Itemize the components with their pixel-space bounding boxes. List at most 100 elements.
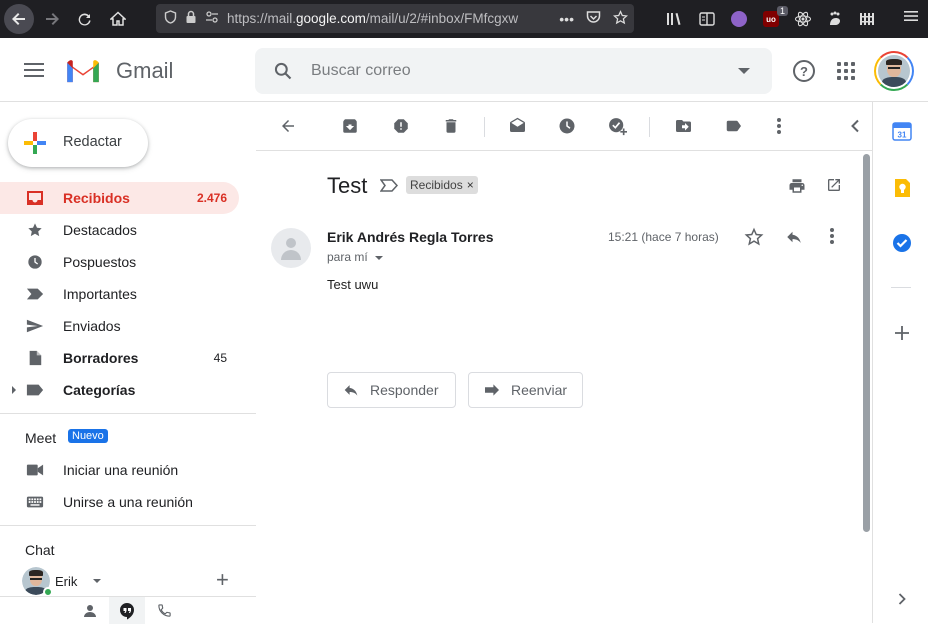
phone-tab[interactable] bbox=[146, 597, 182, 624]
compose-button[interactable]: Redactar bbox=[8, 119, 148, 167]
page-actions-icon[interactable]: ••• bbox=[559, 11, 574, 27]
expand-arrow-icon[interactable] bbox=[12, 386, 16, 394]
email-body: Test uwu bbox=[327, 277, 379, 292]
archive-icon[interactable] bbox=[340, 116, 360, 136]
search-options-icon[interactable] bbox=[738, 68, 750, 74]
forward-arrow-icon bbox=[485, 384, 499, 396]
gmail-logo[interactable]: Gmail bbox=[64, 58, 173, 84]
scrollbar-thumb[interactable] bbox=[863, 154, 870, 532]
label-chip-text: Recibidos bbox=[410, 178, 463, 192]
reply-button[interactable]: Responder bbox=[327, 372, 456, 408]
hangouts-tab[interactable] bbox=[109, 597, 145, 624]
side-panel: 31 bbox=[872, 102, 928, 623]
compose-label: Redactar bbox=[63, 134, 122, 150]
back-arrow-icon[interactable] bbox=[4, 4, 34, 34]
delete-icon[interactable] bbox=[441, 116, 461, 136]
recipient-line: para mí bbox=[327, 250, 368, 264]
react-devtools-icon[interactable] bbox=[792, 8, 814, 30]
sidebar-item-drafts[interactable]: Borradores 45 bbox=[0, 342, 239, 374]
fence-extension-icon[interactable] bbox=[856, 8, 878, 30]
reply-arrow-icon bbox=[344, 385, 358, 396]
browser-menu-icon[interactable] bbox=[904, 9, 918, 28]
reload-icon[interactable] bbox=[70, 4, 100, 34]
importance-marker-icon[interactable] bbox=[380, 179, 398, 192]
reply-icon[interactable] bbox=[784, 228, 804, 246]
sidebar-item-categories[interactable]: Categorías bbox=[0, 374, 239, 406]
label-chip[interactable]: Recibidos × bbox=[406, 176, 478, 194]
inbox-icon bbox=[27, 191, 43, 205]
open-new-window-icon[interactable] bbox=[826, 177, 842, 193]
bookmark-star-icon[interactable] bbox=[612, 9, 629, 28]
compose-plus-icon bbox=[24, 132, 46, 154]
sidebar-item-sent[interactable]: Enviados bbox=[0, 310, 239, 342]
sidebar-item-inbox[interactable]: Recibidos 2.476 bbox=[0, 182, 239, 214]
chat-status-dropdown-icon[interactable] bbox=[93, 579, 101, 583]
add-chat-icon[interactable]: + bbox=[216, 569, 229, 591]
url-text[interactable]: https://mail.google.com/mail/u/2/#inbox/… bbox=[227, 11, 542, 26]
add-to-tasks-icon[interactable] bbox=[607, 116, 627, 136]
lock-icon[interactable] bbox=[185, 10, 197, 27]
divider bbox=[0, 413, 256, 414]
video-camera-icon bbox=[26, 464, 44, 476]
home-icon[interactable] bbox=[103, 4, 133, 34]
message-more-icon[interactable] bbox=[830, 228, 834, 244]
account-avatar[interactable] bbox=[874, 51, 914, 91]
side-panel-divider bbox=[891, 287, 911, 288]
permissions-icon[interactable] bbox=[205, 10, 219, 27]
toolbar-divider bbox=[649, 117, 650, 137]
gnome-extension-icon[interactable] bbox=[824, 8, 846, 30]
pocket-icon[interactable] bbox=[586, 10, 601, 27]
help-icon[interactable]: ? bbox=[793, 60, 815, 82]
keep-icon[interactable] bbox=[892, 178, 912, 198]
chevron-left-icon[interactable] bbox=[845, 116, 865, 136]
snooze-icon[interactable] bbox=[557, 116, 577, 136]
move-to-icon[interactable] bbox=[673, 116, 693, 136]
main-menu-icon[interactable] bbox=[24, 63, 44, 77]
ublock-icon[interactable]: uo 1 bbox=[760, 6, 788, 30]
calendar-day: 31 bbox=[898, 131, 907, 140]
search-input[interactable] bbox=[311, 62, 711, 80]
back-to-inbox-icon[interactable] bbox=[278, 116, 298, 136]
forward-button[interactable]: Reenviar bbox=[468, 372, 583, 408]
mark-unread-icon[interactable] bbox=[507, 116, 527, 136]
shield-icon[interactable] bbox=[164, 10, 177, 27]
message-toolbar bbox=[256, 102, 872, 151]
start-meeting-item[interactable]: Iniciar una reunión bbox=[0, 454, 256, 486]
keyboard-icon bbox=[26, 496, 44, 508]
reader-view-icon[interactable] bbox=[696, 8, 718, 30]
search-icon[interactable] bbox=[273, 61, 293, 81]
search-bar[interactable] bbox=[255, 48, 772, 94]
forward-arrow-icon[interactable] bbox=[37, 4, 67, 34]
sidebar-item-snoozed[interactable]: Pospuestos bbox=[0, 246, 239, 278]
sender-name[interactable]: Erik Andrés Regla Torres bbox=[327, 229, 494, 245]
library-icon[interactable] bbox=[664, 8, 686, 30]
hangouts-icon bbox=[120, 602, 134, 619]
browser-toolbar: https://mail.google.com/mail/u/2/#inbox/… bbox=[0, 0, 928, 38]
divider bbox=[0, 525, 256, 526]
more-options-icon[interactable] bbox=[769, 116, 789, 136]
apps-grid-icon[interactable] bbox=[837, 62, 855, 80]
url-bar[interactable]: https://mail.google.com/mail/u/2/#inbox/… bbox=[156, 4, 634, 33]
join-meeting-item[interactable]: Unirse a una reunión bbox=[0, 486, 256, 518]
remove-label-icon[interactable]: × bbox=[467, 178, 474, 192]
person-icon bbox=[84, 604, 96, 617]
star-toggle-icon[interactable] bbox=[744, 227, 764, 247]
extension-purple-icon[interactable] bbox=[728, 8, 750, 30]
sender-avatar[interactable] bbox=[271, 228, 311, 268]
new-badge: Nuevo bbox=[68, 429, 108, 443]
print-icon[interactable] bbox=[788, 177, 806, 195]
report-spam-icon[interactable] bbox=[391, 116, 411, 136]
label-icon bbox=[26, 384, 44, 396]
calendar-icon[interactable]: 31 bbox=[892, 121, 912, 141]
tasks-icon[interactable] bbox=[892, 233, 912, 253]
chat-user-item[interactable]: Erik + bbox=[22, 567, 252, 597]
expand-panel-chevron-icon[interactable] bbox=[892, 589, 912, 609]
sidebar-item-starred[interactable]: Destacados bbox=[0, 214, 239, 246]
labels-icon[interactable] bbox=[723, 116, 743, 136]
add-addon-icon[interactable] bbox=[892, 323, 912, 343]
sidebar-item-important[interactable]: Importantes bbox=[0, 278, 239, 310]
show-details-icon[interactable] bbox=[375, 256, 383, 260]
contacts-tab[interactable] bbox=[72, 597, 108, 624]
reply-label: Responder bbox=[370, 382, 439, 398]
star-icon bbox=[28, 223, 42, 237]
